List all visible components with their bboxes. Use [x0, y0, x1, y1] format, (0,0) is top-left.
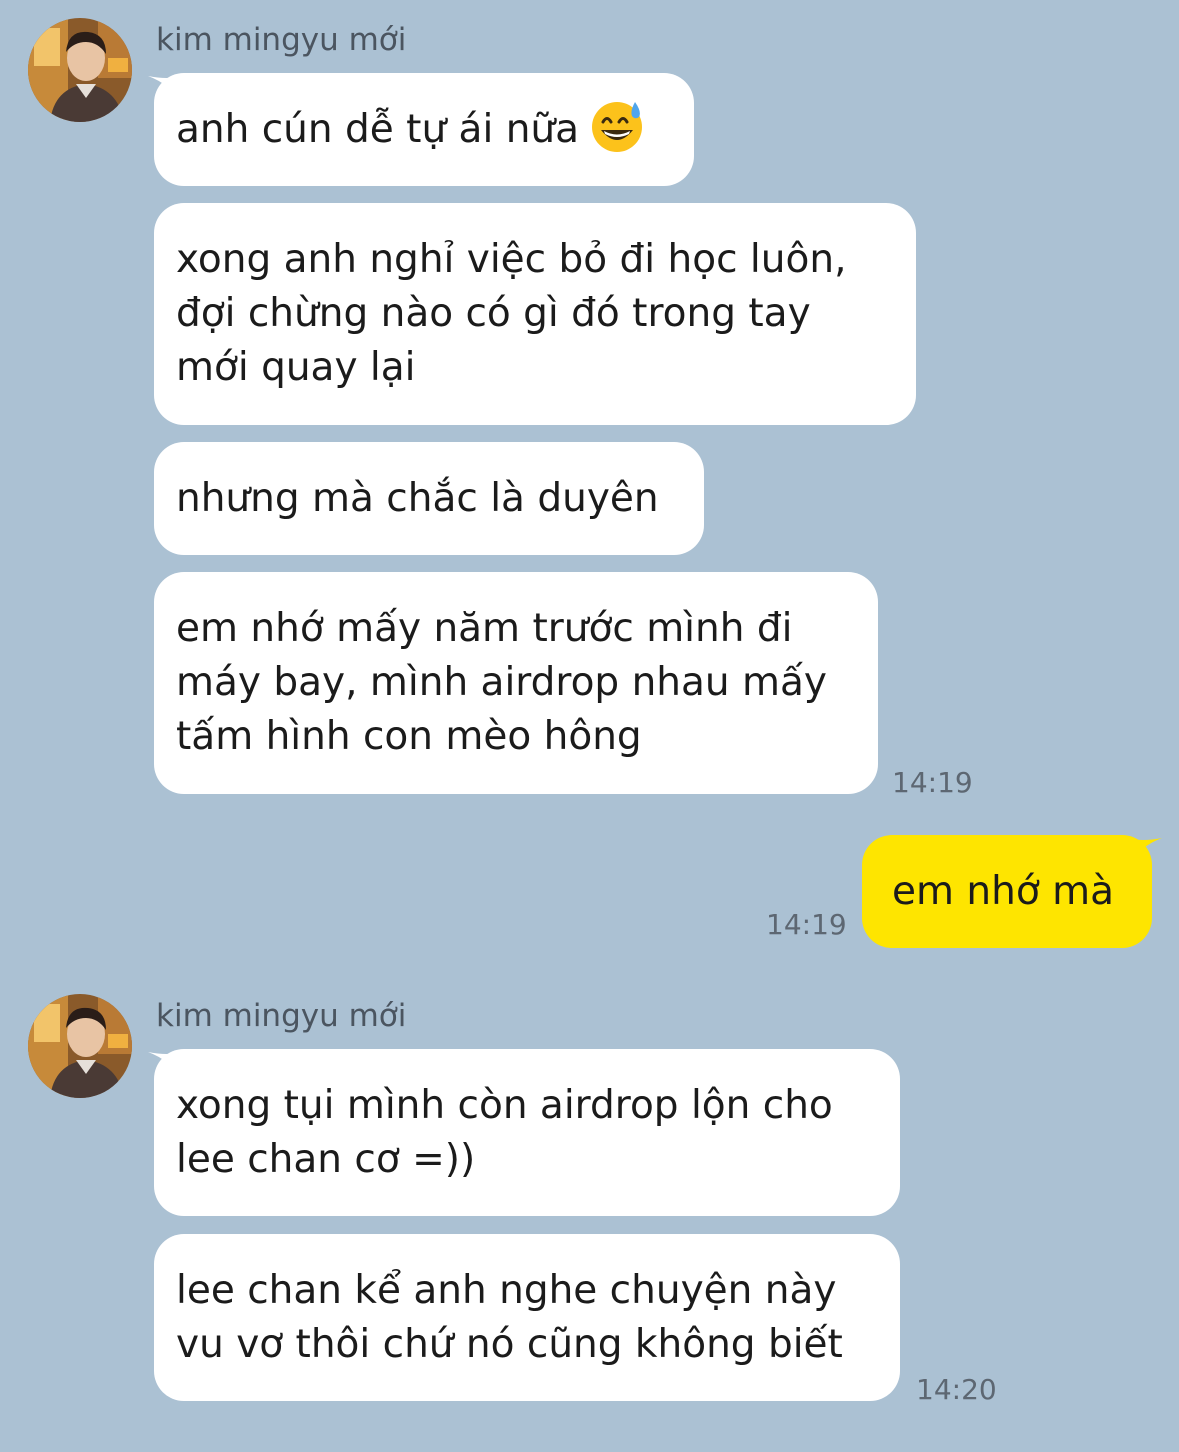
- profile-photo-icon: [28, 18, 132, 122]
- sender-name: kim mingyu mới: [156, 998, 407, 1034]
- message-bubble[interactable]: lee chan kể anh nghe chuyện này vu vơ th…: [154, 1234, 900, 1401]
- message-timestamp: 14:19: [766, 908, 847, 941]
- message-text: em nhớ mà: [892, 868, 1114, 914]
- message-text: xong tụi mình còn airdrop lộn cho lee ch…: [176, 1082, 833, 1182]
- profile-photo-icon: [28, 994, 132, 1098]
- contact-avatar[interactable]: [28, 18, 132, 122]
- message-text: em nhớ mấy năm trước mình đi máy bay, mì…: [176, 606, 828, 759]
- message-bubble[interactable]: xong anh nghỉ việc bỏ đi học luôn, đợi c…: [154, 203, 916, 425]
- message-text: lee chan kể anh nghe chuyện này vu vơ th…: [176, 1267, 843, 1367]
- message-text: anh cún dễ tự ái nữa: [176, 106, 580, 152]
- bubble-tail: [1128, 838, 1162, 866]
- message-timestamp: 14:19: [892, 766, 973, 799]
- message-bubble-outgoing[interactable]: em nhớ mà: [862, 835, 1152, 948]
- message-bubble[interactable]: em nhớ mấy năm trước mình đi máy bay, mì…: [154, 572, 878, 794]
- contact-avatar[interactable]: [28, 994, 132, 1098]
- message-bubble[interactable]: xong tụi mình còn airdrop lộn cho lee ch…: [154, 1049, 900, 1216]
- message-timestamp: 14:20: [916, 1373, 997, 1406]
- sender-name: kim mingyu mới: [156, 22, 407, 58]
- message-bubble[interactable]: nhưng mà chắc là duyên: [154, 442, 704, 555]
- message-text: xong anh nghỉ việc bỏ đi học luôn, đợi c…: [176, 237, 847, 390]
- grinning-face-with-sweat-icon: [592, 101, 643, 152]
- message-text: nhưng mà chắc là duyên: [176, 475, 659, 521]
- message-bubble[interactable]: anh cún dễ tự ái nữa: [154, 73, 694, 186]
